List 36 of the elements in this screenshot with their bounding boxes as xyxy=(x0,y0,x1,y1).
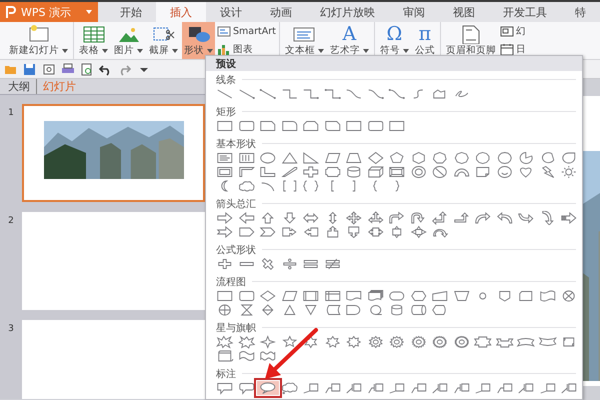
ribbon-button[interactable]: 形状 xyxy=(182,22,215,59)
section-title: 线条 xyxy=(216,74,236,86)
ribbon-button[interactable]: 图表 xyxy=(217,42,276,56)
section-title: 星与旗帜 xyxy=(216,322,256,334)
ribbon-tab[interactable]: 开发工具 xyxy=(489,2,561,22)
section-header: 预设 xyxy=(206,56,582,71)
ribbon-button[interactable]: 日 xyxy=(500,42,526,56)
section-title: 箭头总汇 xyxy=(216,198,256,210)
ribbon-button[interactable]: 新建幻灯片 xyxy=(7,22,70,59)
pane-tab[interactable]: 大纲 xyxy=(8,79,37,94)
section-title: 矩形 xyxy=(216,106,236,118)
ribbon-tab[interactable]: 动画 xyxy=(256,2,306,22)
ribbon-button[interactable]: A 艺术字 xyxy=(328,22,371,59)
ribbon-button[interactable]: SmartArt xyxy=(217,25,276,38)
section-title: 公式形状 xyxy=(216,244,256,256)
slide-number: 2 xyxy=(7,215,15,226)
section-title: 流程图 xyxy=(216,276,246,288)
ribbon-tab[interactable]: 特 xyxy=(561,2,600,22)
ribbon-button[interactable]: 文本框 xyxy=(282,22,326,59)
ribbon-tab[interactable]: 开始 xyxy=(106,2,156,22)
ribbon-tab[interactable]: 幻灯片放映 xyxy=(306,2,389,22)
slide-number: 3 xyxy=(7,323,15,334)
slide-number: 1 xyxy=(7,107,15,118)
section-title: 标注 xyxy=(216,368,236,380)
ribbon-tab[interactable]: 审阅 xyxy=(389,2,439,22)
ribbon-button[interactable]: π 公式 xyxy=(412,22,437,59)
ribbon-button[interactable]: 幻 xyxy=(500,25,526,38)
ribbon-button[interactable]: Ω 符号 xyxy=(378,22,411,59)
ribbon-tab[interactable]: 插入 xyxy=(156,2,206,22)
ribbon-button[interactable]: 图片 xyxy=(112,22,145,59)
ribbon-tab[interactable]: 设计 xyxy=(206,2,256,22)
ribbon-tab[interactable]: 视图 xyxy=(439,2,489,22)
section-title: 基本形状 xyxy=(216,138,256,150)
ribbon-button[interactable]: 页眉和页脚 xyxy=(444,22,498,59)
ribbon-button[interactable]: 表格 xyxy=(77,22,110,59)
ribbon-button[interactable]: 截屏 xyxy=(147,22,180,59)
